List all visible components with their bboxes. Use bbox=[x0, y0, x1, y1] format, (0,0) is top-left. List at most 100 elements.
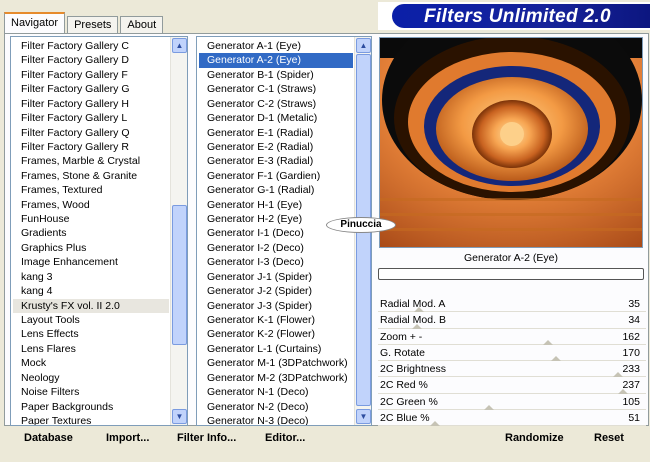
category-item[interactable]: Frames, Marble & Crystal bbox=[13, 154, 169, 168]
category-item[interactable]: Frames, Textured bbox=[13, 183, 169, 197]
category-item[interactable]: Filter Factory Gallery G bbox=[13, 82, 169, 96]
randomize-button[interactable]: Randomize bbox=[505, 432, 564, 444]
filter-item[interactable]: Generator I-3 (Deco) bbox=[199, 255, 353, 269]
filter-item[interactable]: Generator M-1 (3DPatchwork) bbox=[199, 356, 353, 370]
filter-item[interactable]: Generator D-1 (Metalic) bbox=[199, 111, 353, 125]
category-item[interactable]: Frames, Stone & Granite bbox=[13, 169, 169, 183]
tab-navigator[interactable]: Navigator bbox=[4, 12, 66, 34]
parameter-slider[interactable]: Radial Mod. B 34 bbox=[378, 312, 646, 329]
category-list[interactable]: Filter Factory Gallery C Filter Factory G… bbox=[10, 36, 188, 426]
slider-value: 51 bbox=[628, 412, 640, 425]
tab-strip: Navigator Presets About bbox=[4, 12, 165, 34]
scroll-down-icon[interactable]: ▼ bbox=[356, 409, 371, 424]
category-item[interactable]: kang 4 bbox=[13, 284, 169, 298]
parameter-slider[interactable]: Zoom + - 162 bbox=[378, 329, 646, 345]
category-item[interactable]: FunHouse bbox=[13, 212, 169, 226]
parameter-slider[interactable]: 2C Brightness 233 bbox=[378, 361, 646, 378]
category-item[interactable]: Filter Factory Gallery F bbox=[13, 68, 169, 82]
slider-value: 170 bbox=[622, 346, 640, 359]
tab-presets[interactable]: Presets bbox=[67, 16, 119, 34]
author-watermark: Pinuccia bbox=[326, 217, 396, 233]
filter-item[interactable]: Generator J-3 (Spider) bbox=[199, 299, 353, 313]
slider-label: 2C Green % bbox=[380, 395, 438, 408]
app-title: Filters Unlimited 2.0 bbox=[424, 6, 611, 27]
slider-value: 105 bbox=[622, 395, 640, 408]
category-item[interactable]: Mock bbox=[13, 356, 169, 370]
category-scrollbar[interactable]: ▲ ▼ bbox=[170, 37, 187, 425]
filter-item[interactable]: Generator E-3 (Radial) bbox=[199, 154, 353, 168]
scroll-down-icon[interactable]: ▼ bbox=[172, 409, 187, 424]
filter-item[interactable]: Generator L-1 (Curtains) bbox=[199, 342, 353, 356]
scroll-up-icon[interactable]: ▲ bbox=[356, 38, 371, 53]
parameter-slider[interactable]: 2C Blue % 51 bbox=[378, 410, 646, 427]
editor-button[interactable]: Editor... bbox=[265, 432, 305, 444]
category-item[interactable]: Graphics Plus bbox=[13, 241, 169, 255]
filter-item[interactable]: Generator N-2 (Deco) bbox=[199, 400, 353, 414]
category-item[interactable]: Layout Tools bbox=[13, 313, 169, 327]
slider-value: 34 bbox=[628, 314, 640, 327]
category-item[interactable]: Filter Factory Gallery Q bbox=[13, 126, 169, 140]
parameter-slider[interactable]: Radial Mod. A 35 bbox=[378, 296, 646, 313]
parameter-sliders: Radial Mod. A 35 Radial Mod. B 34 Zoom + - 16… bbox=[378, 296, 646, 427]
slider-label: 2C Red % bbox=[380, 379, 428, 392]
reset-button[interactable]: Reset bbox=[594, 432, 624, 444]
category-item[interactable]: Paper Textures bbox=[13, 414, 169, 425]
category-items: Filter Factory Gallery C Filter Factory G… bbox=[13, 39, 169, 425]
database-button[interactable]: Database bbox=[24, 432, 73, 444]
category-item[interactable]: Gradients bbox=[13, 226, 169, 240]
slider-label: Radial Mod. A bbox=[380, 298, 446, 310]
category-item[interactable]: Image Enhancement bbox=[13, 255, 169, 269]
parameter-slider[interactable]: 2C Red % 237 bbox=[378, 377, 646, 394]
filter-item[interactable]: Generator A-1 (Eye) bbox=[199, 39, 353, 53]
category-item[interactable]: Lens Effects bbox=[13, 327, 169, 341]
category-item[interactable]: kang 3 bbox=[13, 270, 169, 284]
filter-item[interactable]: Generator A-2 (Eye) bbox=[199, 53, 353, 68]
filter-item[interactable]: Generator N-1 (Deco) bbox=[199, 385, 353, 399]
filters-unlimited-window: Filters Unlimited 2.0 Navigator Presets … bbox=[0, 0, 650, 462]
slider-label: 2C Blue % bbox=[380, 412, 430, 425]
filter-item[interactable]: Generator E-1 (Radial) bbox=[199, 126, 353, 140]
filter-item[interactable]: Generator B-1 (Spider) bbox=[199, 68, 353, 82]
category-item[interactable]: Filter Factory Gallery R bbox=[13, 140, 169, 154]
category-scroll-thumb[interactable] bbox=[172, 205, 187, 345]
category-item[interactable]: Neology bbox=[13, 371, 169, 385]
tab-about[interactable]: About bbox=[120, 16, 164, 34]
import-button[interactable]: Import... bbox=[106, 432, 149, 444]
filter-item[interactable]: Generator J-1 (Spider) bbox=[199, 270, 353, 284]
filter-info-button[interactable]: Filter Info... bbox=[177, 432, 236, 444]
filter-item[interactable]: Generator C-2 (Straws) bbox=[199, 97, 353, 111]
category-item[interactable]: Noise Filters bbox=[13, 385, 169, 399]
category-item[interactable]: Lens Flares bbox=[13, 342, 169, 356]
filter-item[interactable]: Generator G-1 (Radial) bbox=[199, 183, 353, 197]
category-item[interactable]: Frames, Wood bbox=[13, 198, 169, 212]
title-banner: Filters Unlimited 2.0 bbox=[378, 2, 650, 30]
slider-value: 35 bbox=[628, 298, 640, 310]
parameter-slider[interactable]: G. Rotate 170 bbox=[378, 345, 646, 362]
filter-item[interactable]: Generator K-2 (Flower) bbox=[199, 327, 353, 341]
filter-item[interactable]: Generator F-1 (Gardien) bbox=[199, 169, 353, 183]
filter-item[interactable]: Generator I-2 (Deco) bbox=[199, 241, 353, 255]
slider-value: 233 bbox=[622, 363, 640, 376]
category-item[interactable]: Filter Factory Gallery C bbox=[13, 39, 169, 53]
category-item[interactable]: Filter Factory Gallery L bbox=[13, 111, 169, 125]
category-item[interactable]: Filter Factory Gallery D bbox=[13, 53, 169, 67]
filter-item[interactable]: Generator J-2 (Spider) bbox=[199, 284, 353, 298]
scroll-up-icon[interactable]: ▲ bbox=[172, 38, 187, 53]
filter-item[interactable]: Generator N-3 (Deco) bbox=[199, 414, 353, 425]
filter-items: Generator A-1 (Eye) Generator A-2 (Eye) Ge… bbox=[199, 39, 353, 425]
filter-item[interactable]: Generator E-2 (Radial) bbox=[199, 140, 353, 154]
parameter-slider[interactable]: 2C Green % 105 bbox=[378, 394, 646, 411]
eye-pattern-image bbox=[380, 38, 642, 247]
preview-label: Generator A-2 (Eye) bbox=[464, 252, 558, 264]
category-item[interactable]: Paper Backgrounds bbox=[13, 400, 169, 414]
filter-item[interactable]: Generator K-1 (Flower) bbox=[199, 313, 353, 327]
category-item[interactable]: Krusty's FX vol. II 2.0 bbox=[13, 298, 169, 314]
filter-item[interactable]: Generator M-2 (3DPatchwork) bbox=[199, 371, 353, 385]
filter-item[interactable]: Generator H-1 (Eye) bbox=[199, 198, 353, 212]
filter-item[interactable]: Generator C-1 (Straws) bbox=[199, 82, 353, 96]
filter-preview-image bbox=[379, 37, 643, 248]
slider-label: Zoom + - bbox=[380, 330, 423, 343]
bottom-button-bar: Database Import... Filter Info... Editor… bbox=[4, 426, 649, 458]
slider-label: 2C Brightness bbox=[380, 363, 446, 376]
category-item[interactable]: Filter Factory Gallery H bbox=[13, 97, 169, 111]
